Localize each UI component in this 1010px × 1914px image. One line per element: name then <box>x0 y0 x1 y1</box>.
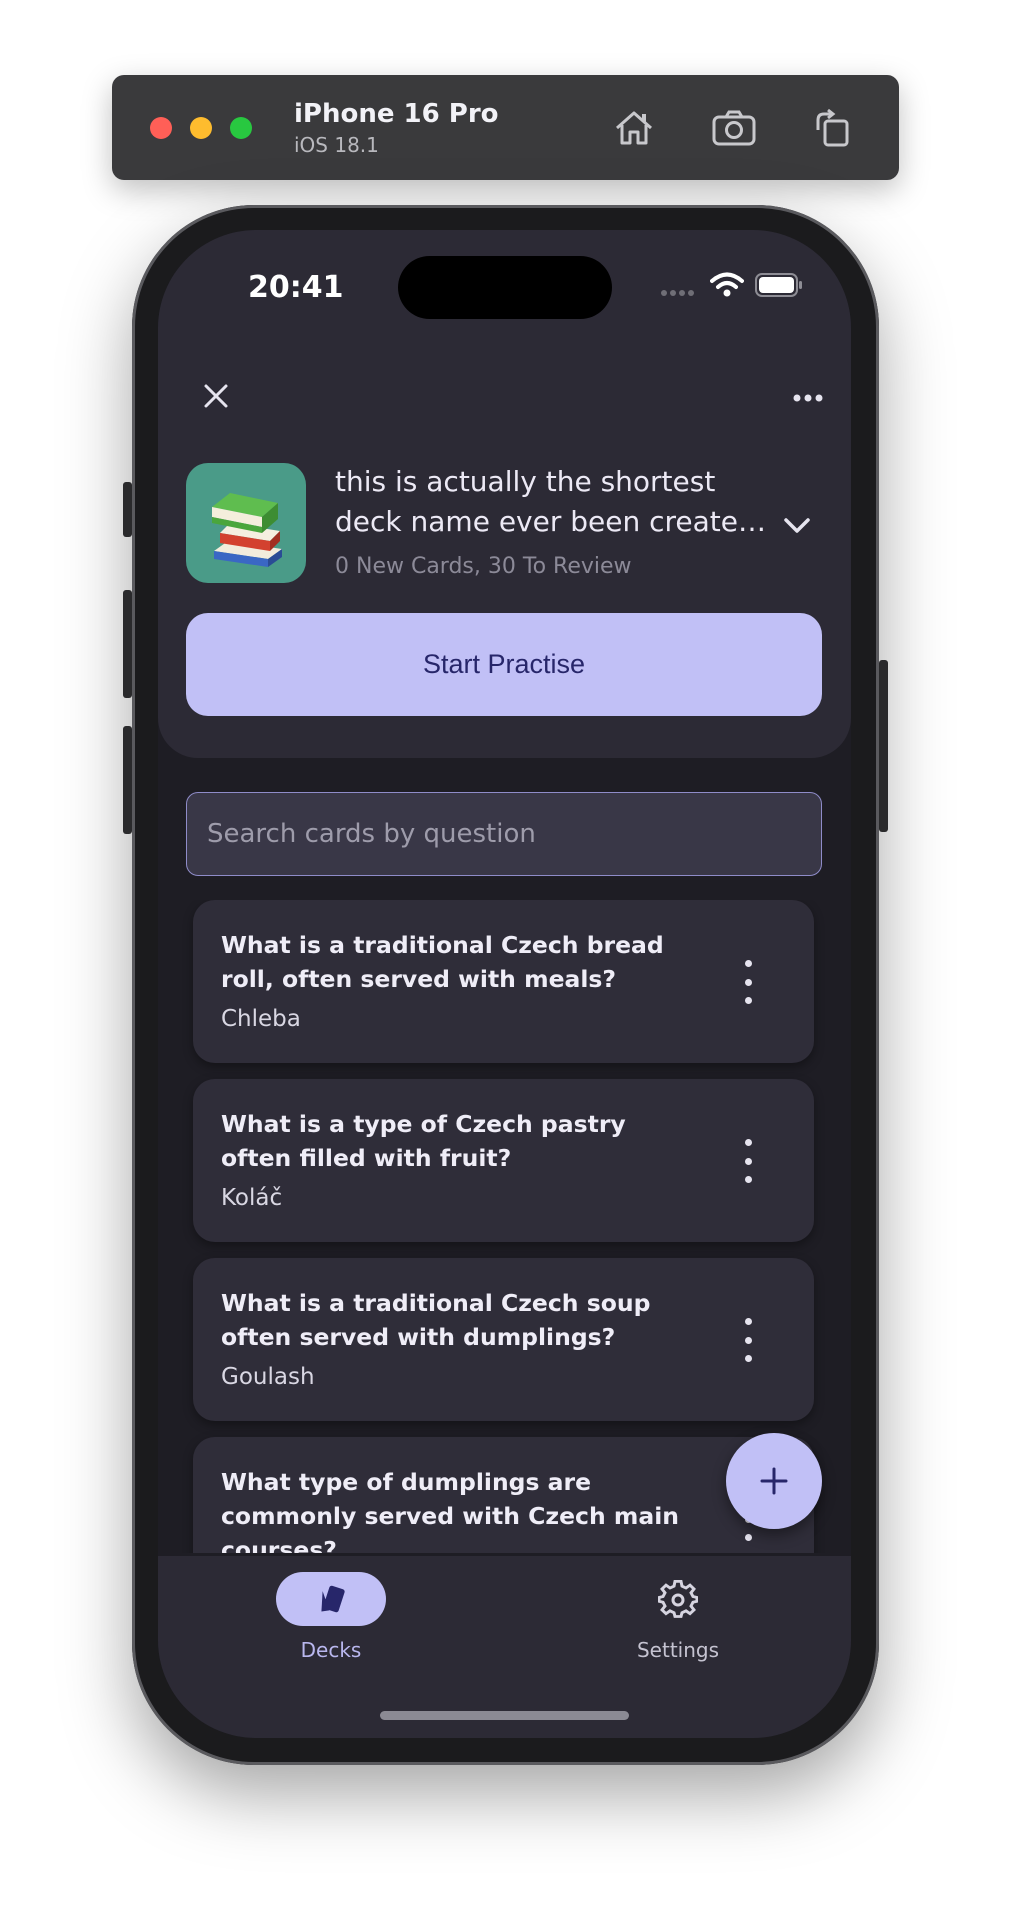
action-button <box>123 482 132 537</box>
app-screen: 20:41 this is actually the shortest deck… <box>158 230 851 1738</box>
cards-icon <box>321 1585 345 1613</box>
nav-item-decks[interactable] <box>276 1572 386 1626</box>
card-question: What is a traditional Czech soup often s… <box>221 1289 651 1351</box>
minimize-window-light[interactable] <box>190 117 212 139</box>
deck-title-line2: deck name ever been created in history <box>335 505 770 538</box>
battery-icon <box>755 273 802 297</box>
card-item[interactable]: What is a traditional Czech soup often s… <box>193 1258 814 1421</box>
cellular-signal-icon <box>661 290 694 296</box>
rotate-icon <box>816 108 849 147</box>
dynamic-island <box>398 256 612 319</box>
card-item[interactable]: What is a traditional Czech bread roll, … <box>193 900 814 1063</box>
deck-avatar[interactable] <box>186 463 306 583</box>
plus-icon <box>760 1467 788 1495</box>
card-item[interactable]: What is a type of Czech pastry often fil… <box>193 1079 814 1242</box>
search-input[interactable]: Search cards by question <box>186 792 822 876</box>
more-horizontal-icon <box>793 394 823 402</box>
home-indicator[interactable] <box>380 1711 629 1720</box>
card-answer: Koláč <box>221 1185 283 1211</box>
screenshot-icon <box>712 110 756 146</box>
more-options-button[interactable] <box>780 370 836 426</box>
close-window-light[interactable] <box>150 117 172 139</box>
close-icon <box>204 384 228 408</box>
simulator-toolbar: iPhone 16 Pro iOS 18.1 <box>112 75 899 180</box>
start-practise-button[interactable]: Start Practise <box>186 613 822 716</box>
card-answer: Chleba <box>221 1006 301 1032</box>
card-question: What type of dumplings are commonly serv… <box>221 1468 679 1553</box>
wifi-icon <box>710 272 744 297</box>
books-icon <box>212 493 282 567</box>
volume-down-button <box>123 726 132 834</box>
close-button[interactable] <box>188 368 244 424</box>
deck-card-counts: 0 New Cards, 30 To Review <box>335 554 632 579</box>
device-name: iPhone 16 Pro <box>294 99 499 129</box>
screenshot-button[interactable] <box>707 101 761 155</box>
bottom-navigation: Decks Settings <box>158 1556 851 1738</box>
card-menu-button[interactable] <box>733 960 763 1004</box>
search-placeholder: Search cards by question <box>207 819 536 849</box>
card-answer: Goulash <box>221 1364 315 1390</box>
card-item[interactable]: What type of dumplings are commonly serv… <box>193 1437 814 1553</box>
chevron-down-icon[interactable] <box>781 510 813 542</box>
os-version: iOS 18.1 <box>294 133 379 157</box>
home-button[interactable] <box>607 101 661 155</box>
deck-title-line1: this is actually the shortest <box>335 465 716 498</box>
deck-header-panel: 20:41 this is actually the shortest deck… <box>158 230 851 758</box>
gear-icon[interactable] <box>658 1580 698 1620</box>
status-time: 20:41 <box>248 270 344 305</box>
power-button <box>879 660 888 832</box>
card-menu-button[interactable] <box>733 1139 763 1183</box>
rotate-button[interactable] <box>805 101 859 155</box>
zoom-window-light[interactable] <box>230 117 252 139</box>
deck-title[interactable]: this is actually the shortest deck name … <box>335 462 775 542</box>
card-menu-button[interactable] <box>733 1318 763 1362</box>
volume-up-button <box>123 590 132 698</box>
home-icon <box>616 111 652 145</box>
card-question: What is a traditional Czech bread roll, … <box>221 931 664 993</box>
add-card-button[interactable] <box>726 1433 822 1529</box>
card-question: What is a type of Czech pastry often fil… <box>221 1110 626 1172</box>
nav-label-decks[interactable]: Decks <box>276 1638 386 1662</box>
nav-label-settings[interactable]: Settings <box>613 1638 743 1662</box>
